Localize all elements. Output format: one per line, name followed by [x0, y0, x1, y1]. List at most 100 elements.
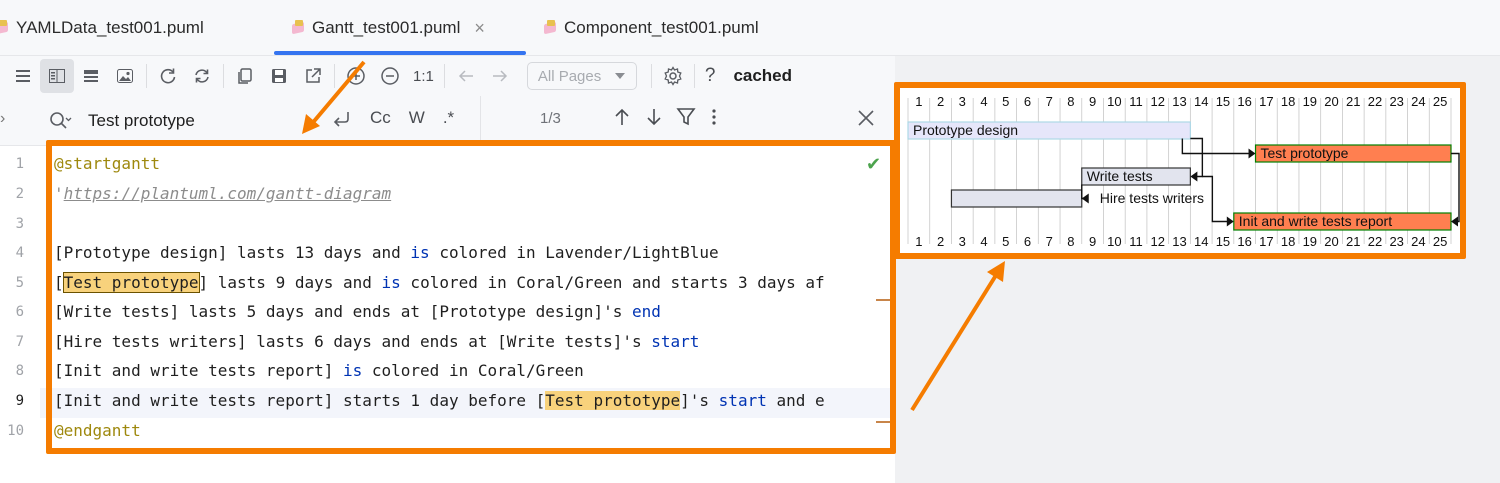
search-icon[interactable] [48, 110, 72, 132]
gantt-task-label: Prototype design [913, 122, 1018, 138]
line-number: 2 [15, 186, 24, 202]
next-match-button[interactable] [644, 106, 664, 133]
arrow-left-icon [458, 70, 473, 82]
gantt-day-label-bottom: 22 [1368, 234, 1382, 249]
code-line-1[interactable]: @startgantt [54, 154, 160, 173]
tab-component[interactable]: Component_test001.puml [542, 0, 759, 56]
pages-select[interactable]: All Pages [526, 62, 637, 90]
zoom-out-button[interactable] [373, 59, 407, 93]
tab-gantt[interactable]: Gantt_test001.puml × [290, 0, 485, 56]
filter-icon [676, 108, 696, 126]
code-text: colored in Lavender/LightBlue [429, 243, 719, 262]
code-editor[interactable]: 1 2 3 4 5 6 7 8 9 10 @startgantt 'https:… [0, 146, 895, 483]
line-number-gutter: 1 2 3 4 5 6 7 8 9 10 [0, 146, 40, 483]
prev-page-button[interactable] [449, 59, 483, 93]
puml-file-icon [542, 20, 558, 36]
gantt-day-label-bottom: 8 [1067, 234, 1074, 249]
next-page-button[interactable] [483, 59, 517, 93]
toolbar-separator [443, 64, 445, 88]
code-line-8[interactable]: [Init and write tests report] is colored… [54, 361, 584, 380]
chevron-right-icon[interactable]: › [0, 110, 5, 128]
code-line-10[interactable]: @endgantt [54, 421, 141, 440]
match-scroll-marker [876, 299, 890, 301]
gantt-day-label-bottom: 24 [1411, 234, 1425, 249]
gantt-task-bar [950, 189, 1083, 208]
close-search-button[interactable] [856, 106, 876, 136]
code-text: and e [766, 391, 825, 410]
preview-only-button[interactable] [74, 59, 108, 93]
no-problems-check-icon[interactable]: ✔ [866, 154, 881, 175]
image-icon [117, 69, 133, 83]
gantt-arrow-head [1248, 148, 1256, 159]
gantt-day-label-top: 20 [1324, 94, 1338, 109]
image-view-button[interactable] [108, 59, 142, 93]
gantt-arrow-head [1190, 171, 1198, 182]
line-number: 6 [15, 304, 24, 320]
code-line-7[interactable]: [Hire tests writers] lasts 6 days and en… [54, 332, 699, 351]
code-text: [Hire tests writers] lasts 6 days and en… [54, 332, 652, 351]
previous-match-button[interactable] [612, 106, 632, 133]
filter-button[interactable] [676, 106, 696, 133]
editor-only-button[interactable] [6, 59, 40, 93]
code-line-4[interactable]: [Prototype design] lasts 13 days and is … [54, 243, 719, 262]
code-text: colored in Coral/Green [362, 361, 584, 380]
refresh-button[interactable] [151, 59, 185, 93]
search-input[interactable] [88, 108, 318, 134]
zoom-in-button[interactable] [339, 59, 373, 93]
arrow-right-icon [492, 70, 507, 82]
new-line-icon[interactable] [330, 108, 352, 135]
render-status-label: cached [733, 66, 793, 85]
pages-select-value: All Pages [537, 67, 602, 85]
whole-words-toggle[interactable]: W [409, 108, 425, 135]
tab-label: YAMLData_test001.puml [16, 18, 204, 37]
copy-icon [238, 68, 252, 84]
more-options-button[interactable] [708, 106, 720, 133]
code-line-2[interactable]: 'https://plantuml.com/gantt-diagram [54, 184, 391, 203]
tab-yamldata[interactable]: YAMLData_test001.puml [0, 0, 204, 56]
line-number: 7 [15, 334, 24, 350]
open-external-icon [306, 68, 321, 83]
help-button[interactable]: ? [699, 65, 722, 87]
gantt-dependency-arrow [1190, 137, 1204, 178]
code-text: ]'s [680, 391, 719, 410]
gantt-task-label: Write tests [1087, 168, 1153, 184]
gantt-day-label-bottom: 15 [1216, 234, 1230, 249]
directive-token: @endgantt [54, 421, 141, 440]
gantt-day-label-bottom: 9 [1089, 234, 1096, 249]
copy-button[interactable] [228, 59, 262, 93]
gantt-day-label-top: 22 [1368, 94, 1382, 109]
gantt-task-label: Test prototype [1261, 145, 1349, 161]
code-line-9[interactable]: [Init and write tests report] starts 1 d… [54, 391, 825, 410]
match-case-toggle[interactable]: Cc [370, 108, 391, 135]
close-tab-icon[interactable]: × [474, 18, 485, 39]
gantt-day-label-top: 7 [1046, 94, 1053, 109]
sync-button[interactable] [185, 59, 219, 93]
search-options: Cc W .* [330, 108, 454, 135]
keyword-token: start [651, 332, 700, 351]
zoom-out-icon [381, 67, 399, 85]
toolbar-separator [650, 64, 652, 88]
split-view-button[interactable] [40, 59, 74, 93]
gantt-task-label: Init and write tests report [1239, 213, 1392, 229]
split-view-icon [49, 69, 65, 83]
gantt-day-label-bottom: 1 [915, 234, 922, 249]
line-number: 8 [15, 363, 24, 379]
settings-button[interactable] [656, 59, 690, 93]
gantt-day-label-top: 25 [1433, 94, 1447, 109]
editor-tab-bar: YAMLData_test001.puml Gantt_test001.puml… [0, 0, 1500, 56]
gantt-day-label-top: 4 [980, 94, 987, 109]
open-external-button[interactable] [296, 59, 330, 93]
zoom-reset-button[interactable]: 1:1 [407, 68, 440, 85]
puml-file-icon [0, 20, 10, 36]
save-button[interactable] [262, 59, 296, 93]
code-line-6[interactable]: [Write tests] lasts 5 days and ends at [… [54, 302, 661, 321]
gantt-task-label: Hire tests writers [1100, 190, 1204, 206]
regex-toggle[interactable]: .* [443, 108, 454, 135]
gantt-day-label-bottom: 19 [1303, 234, 1317, 249]
url-link[interactable]: https://plantuml.com/gantt-diagram [64, 184, 392, 203]
search-nav [612, 106, 720, 133]
gantt-dependency-arrow [1451, 152, 1460, 223]
comment-token: ' [54, 184, 64, 203]
code-line-5[interactable]: [Test prototype] lasts 9 days and is col… [54, 272, 825, 293]
gantt-day-label-top: 17 [1259, 94, 1273, 109]
